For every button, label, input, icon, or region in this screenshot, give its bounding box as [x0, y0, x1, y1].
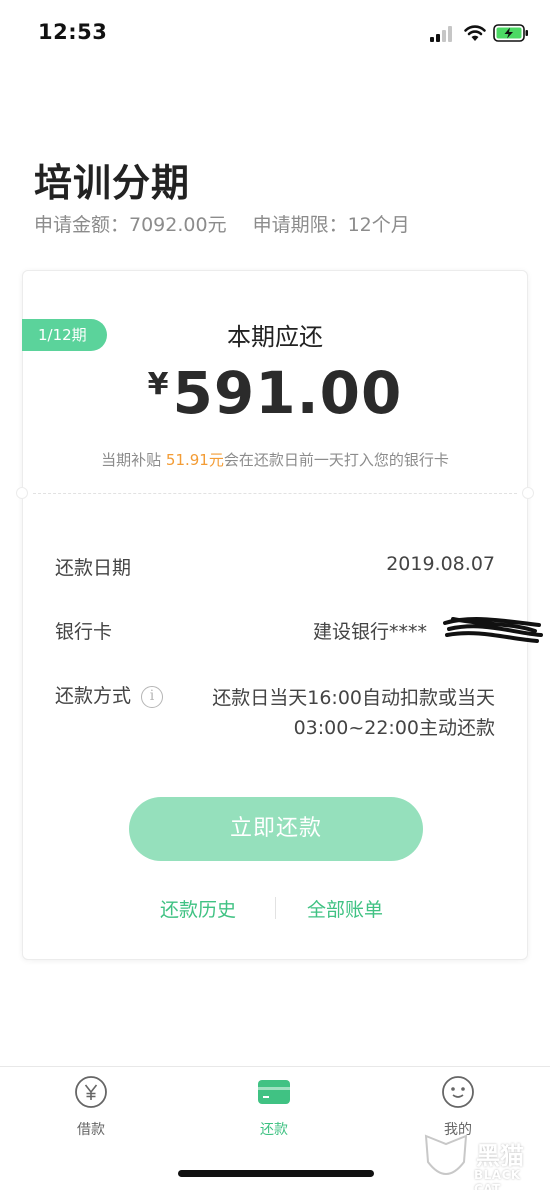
battery-icon: [493, 24, 528, 42]
method-value: 还款日当天16:00自动扣款或当天03:00~22:00主动还款: [212, 687, 495, 739]
page-title: 培训分期: [34, 161, 191, 205]
date-label: 还款日期: [55, 557, 132, 579]
right-notch: [522, 487, 534, 499]
yen-circle-icon: [75, 1076, 107, 1108]
black-cat-watermark: 黑猫 BLACK CAT: [418, 1130, 548, 1190]
home-indicator[interactable]: [178, 1170, 374, 1177]
history-link[interactable]: 还款历史: [160, 895, 236, 922]
subsidy-suffix: 会在还款日前一天打入您的银行卡: [223, 451, 449, 469]
link-divider: [275, 897, 276, 919]
apply-term: 申请期限：12个月: [252, 214, 410, 236]
card-icon: [258, 1080, 290, 1104]
tab-borrow[interactable]: 借款: [46, 1075, 136, 1139]
wifi-icon: [464, 25, 486, 41]
date-value: 2019.08.07: [386, 553, 495, 575]
tab-repay[interactable]: 还款: [229, 1075, 319, 1139]
apply-amount: 申请金额：7092.00元: [34, 214, 227, 236]
apply-info: 申请金额：7092.00元 申请期限：12个月: [34, 210, 410, 237]
repay-now-button[interactable]: 立即还款: [129, 797, 423, 861]
status-bar: 12:53: [0, 0, 550, 66]
redaction-scribble: [443, 617, 543, 643]
method-label-text: 还款方式: [55, 685, 132, 707]
currency-symbol: ¥: [147, 367, 169, 402]
bank-value: 建设银行****: [312, 621, 427, 643]
watermark-sub: BLACK CAT: [474, 1168, 521, 1190]
amount-value: 591.00: [172, 359, 403, 427]
repayment-card: 1/12期 本期应还 ¥591.00 当期补贴 51.91元会在还款日前一天打入…: [16, 270, 543, 960]
all-bills-link[interactable]: 全部账单: [307, 895, 383, 922]
status-time: 12:53: [38, 20, 108, 44]
left-notch: [16, 487, 28, 499]
face-icon: [442, 1076, 474, 1108]
dashed-divider: [33, 493, 517, 494]
bank-label: 银行卡: [55, 621, 113, 643]
due-amount: ¥591.00: [23, 359, 527, 427]
watermark-text: 黑猫: [476, 1142, 524, 1170]
tab-repay-label: 还款: [260, 1122, 288, 1138]
cat-logo-icon: [424, 1134, 468, 1175]
subsidy-note: 当期补贴 51.91元会在还款日前一天打入您的银行卡: [23, 449, 527, 470]
info-icon[interactable]: i: [141, 685, 164, 708]
subsidy-amount: 51.91元: [165, 451, 224, 469]
subsidy-prefix: 当期补贴: [101, 451, 166, 469]
method-label: 还款方式 i: [55, 681, 164, 708]
cellular-signal-icon: [430, 26, 456, 42]
tab-borrow-label: 借款: [77, 1122, 105, 1138]
due-label: 本期应还: [227, 323, 323, 351]
